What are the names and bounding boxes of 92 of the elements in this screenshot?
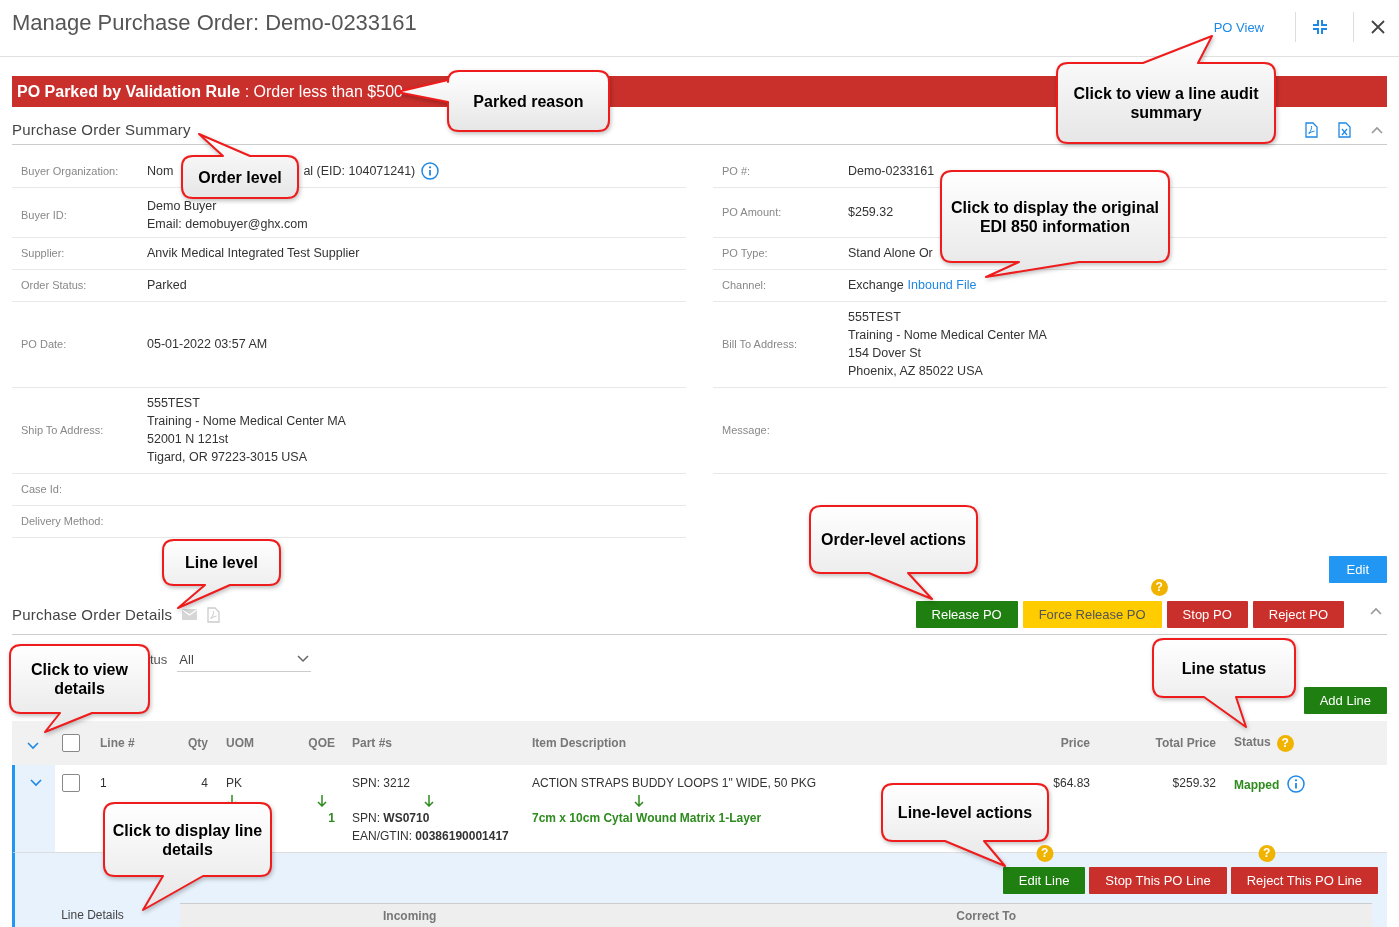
field-value: Parked bbox=[147, 277, 187, 294]
table-cell: EAN/GTIN: 00386190001417 bbox=[352, 827, 509, 845]
column-header: Price bbox=[1060, 736, 1090, 750]
info-icon[interactable] bbox=[421, 162, 440, 180]
column-header: Incoming bbox=[383, 909, 437, 923]
table-cell: 1 bbox=[100, 776, 107, 790]
field-value: Training - Nome Medical Center MA bbox=[848, 327, 1047, 344]
field-label: PO Amount: bbox=[721, 206, 783, 218]
field-value: 555TEST bbox=[848, 309, 902, 326]
arrow-down-icon bbox=[634, 795, 644, 808]
arrow-down-icon bbox=[424, 795, 434, 808]
column-header: Line # bbox=[100, 736, 135, 750]
field-label: PO Type: bbox=[721, 247, 769, 259]
select-all-checkbox[interactable] bbox=[62, 734, 80, 752]
field-value: Demo Buyer bbox=[147, 198, 218, 215]
status-dropdown[interactable]: All bbox=[177, 647, 312, 672]
callout: Line status bbox=[1151, 637, 1297, 729]
callout: Line level bbox=[161, 538, 282, 610]
edit-button[interactable]: Edit bbox=[1328, 556, 1387, 583]
action-button[interactable]: Force Release PO bbox=[1022, 601, 1162, 628]
column-header: Qty bbox=[188, 736, 208, 750]
field-value: Phoenix, AZ 85022 USA bbox=[848, 363, 984, 380]
column-header: Status bbox=[1234, 734, 1271, 749]
field-value: 52001 N 121st bbox=[147, 431, 230, 448]
column-header: QOE bbox=[308, 736, 335, 750]
field-label: Case Id: bbox=[20, 483, 63, 495]
column-header: Item Description bbox=[532, 736, 627, 750]
field-value: Tigard, OR 97223-3015 USA bbox=[147, 449, 309, 466]
field-value: Training - Nome Medical Center MA bbox=[147, 413, 346, 430]
table-cell: 4 bbox=[201, 776, 208, 790]
chevron-up-icon[interactable] bbox=[1371, 125, 1383, 134]
field-value: 05-01-2022 03:57 AM bbox=[147, 336, 268, 353]
field-label: Message: bbox=[721, 424, 771, 436]
field-label: Buyer ID: bbox=[20, 209, 68, 221]
table-cell: $259.32 bbox=[1172, 776, 1216, 790]
column-header: Total Price bbox=[1155, 736, 1216, 750]
field-value: Email: demobuyer@ghx.com bbox=[147, 216, 308, 233]
table-cell-text: SPN: 3212 bbox=[352, 775, 411, 792]
chevron-down-icon[interactable] bbox=[297, 655, 310, 663]
file-icon[interactable] bbox=[1305, 121, 1318, 138]
field-label: Delivery Method: bbox=[20, 515, 105, 527]
add-line-button[interactable]: Add Line bbox=[1303, 687, 1387, 714]
field-label: Ship To Address: bbox=[20, 424, 105, 436]
table-cell-text: ACTION STRAPS BUDDY LOOPS 1" WIDE, 50 PKG bbox=[532, 775, 817, 792]
field-label: Supplier: bbox=[20, 247, 66, 259]
field-value: Nom bbox=[147, 163, 174, 180]
action-button[interactable]: Reject PO bbox=[1252, 601, 1344, 628]
row-checkbox[interactable] bbox=[62, 774, 80, 792]
page-title: Manage Purchase Order: Demo-0233161 bbox=[12, 9, 417, 37]
arrow-down-icon bbox=[317, 795, 327, 808]
field-value: $259.32 bbox=[848, 204, 894, 221]
table-cell-text: SPN: WS0710 bbox=[352, 810, 430, 827]
compress-icon[interactable] bbox=[1313, 20, 1327, 34]
field-label: Bill To Address: bbox=[721, 338, 798, 350]
field-label: Buyer Organization: bbox=[20, 165, 120, 177]
callout: Click to view details bbox=[8, 643, 151, 734]
status-text: Mapped bbox=[1234, 777, 1280, 794]
column-header: UOM bbox=[226, 736, 254, 750]
action-button[interactable]: Edit Line bbox=[1002, 867, 1086, 894]
close-icon[interactable] bbox=[1371, 20, 1385, 34]
table-cell-text: PK bbox=[226, 775, 242, 792]
inbound-file-link[interactable]: Inbound File bbox=[907, 276, 977, 294]
field-label: PO #: bbox=[721, 165, 752, 177]
action-button[interactable]: Release PO bbox=[915, 601, 1018, 628]
field-value: 154 Dover St bbox=[848, 345, 922, 362]
field-label: PO Date: bbox=[20, 338, 68, 350]
field-label: Channel: bbox=[721, 279, 768, 291]
table-cell: $64.83 bbox=[1053, 776, 1090, 790]
table-cell-text: 1 bbox=[328, 810, 335, 827]
chevron-down-icon[interactable] bbox=[27, 741, 39, 750]
filter-label: tus bbox=[150, 652, 168, 669]
file-icon[interactable] bbox=[1338, 121, 1351, 138]
column-header: Correct To bbox=[956, 909, 1017, 923]
field-label: Order Status: bbox=[20, 279, 88, 291]
table-cell-text: 7cm x 10cm Cytal Wound Matrix 1-Layer bbox=[532, 810, 762, 827]
action-button[interactable]: Reject This PO Line bbox=[1230, 867, 1378, 894]
chevron-up-icon[interactable] bbox=[1370, 607, 1382, 615]
action-button[interactable]: Stop PO bbox=[1166, 601, 1248, 628]
action-button[interactable]: Stop This PO Line bbox=[1089, 867, 1227, 894]
callout: Order-level actions bbox=[808, 504, 979, 601]
chevron-down-icon[interactable] bbox=[30, 779, 42, 787]
callout: Click to display the original EDI 850 information bbox=[939, 169, 1171, 279]
info-icon[interactable] bbox=[1287, 775, 1306, 793]
field-value: al (EID: 104071241) bbox=[303, 163, 416, 180]
field-value: Stand Alone Or bbox=[848, 245, 933, 262]
field-value: Exchange bbox=[848, 277, 904, 294]
po-view-link[interactable]: PO View bbox=[1213, 19, 1264, 35]
field-value: Anvik Medical Integrated Test Supplier bbox=[147, 245, 360, 262]
field-value: 555TEST bbox=[147, 395, 201, 412]
field-value: Demo-0233161 bbox=[848, 163, 935, 180]
column-header: Part #s bbox=[352, 736, 393, 750]
callout: Click to view a line audit summary bbox=[1055, 34, 1277, 145]
